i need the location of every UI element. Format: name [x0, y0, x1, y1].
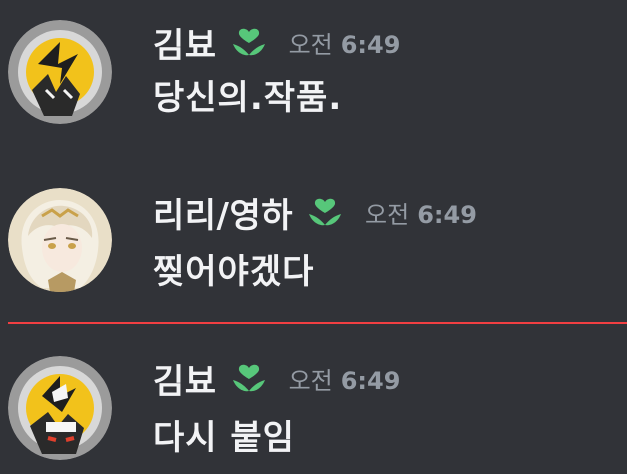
message-header: 김뵤 오전 6:49: [153, 18, 401, 67]
avatar[interactable]: [8, 356, 112, 460]
timestamp-ampm: 오전: [365, 200, 410, 229]
message-header: 리리/영하 오전 6:49: [153, 188, 477, 237]
timestamp[interactable]: 오전 6:49: [289, 25, 401, 60]
timestamp-time: 6:49: [340, 30, 401, 59]
username[interactable]: 김뵤: [153, 18, 217, 67]
timestamp-ampm: 오전: [288, 366, 333, 395]
avatar[interactable]: [8, 188, 112, 292]
message-header: 김뵤 오전 6:49: [153, 354, 401, 403]
avatar[interactable]: [8, 20, 112, 124]
new-messages-divider: [8, 322, 627, 324]
avatar-image: [8, 356, 112, 460]
timestamp[interactable]: 오전 6:49: [365, 195, 477, 230]
avatar-image: [8, 188, 112, 292]
heart-sprout-icon[interactable]: [229, 358, 269, 398]
heart-sprout-icon[interactable]: [229, 22, 269, 62]
timestamp[interactable]: 오전 6:49: [289, 361, 401, 396]
timestamp-time: 6:49: [340, 366, 401, 395]
avatar-image: [8, 20, 112, 124]
heart-sprout-icon[interactable]: [305, 192, 345, 232]
message-content: 찢어야겠다: [153, 252, 315, 292]
timestamp-ampm: 오전: [288, 30, 333, 59]
timestamp-time: 6:49: [417, 200, 477, 229]
message-content: 다시 붙임: [153, 418, 295, 458]
message-content: 당신의.작품.: [153, 78, 343, 118]
username[interactable]: 리리/영하: [153, 188, 293, 237]
username[interactable]: 김뵤: [153, 354, 217, 403]
